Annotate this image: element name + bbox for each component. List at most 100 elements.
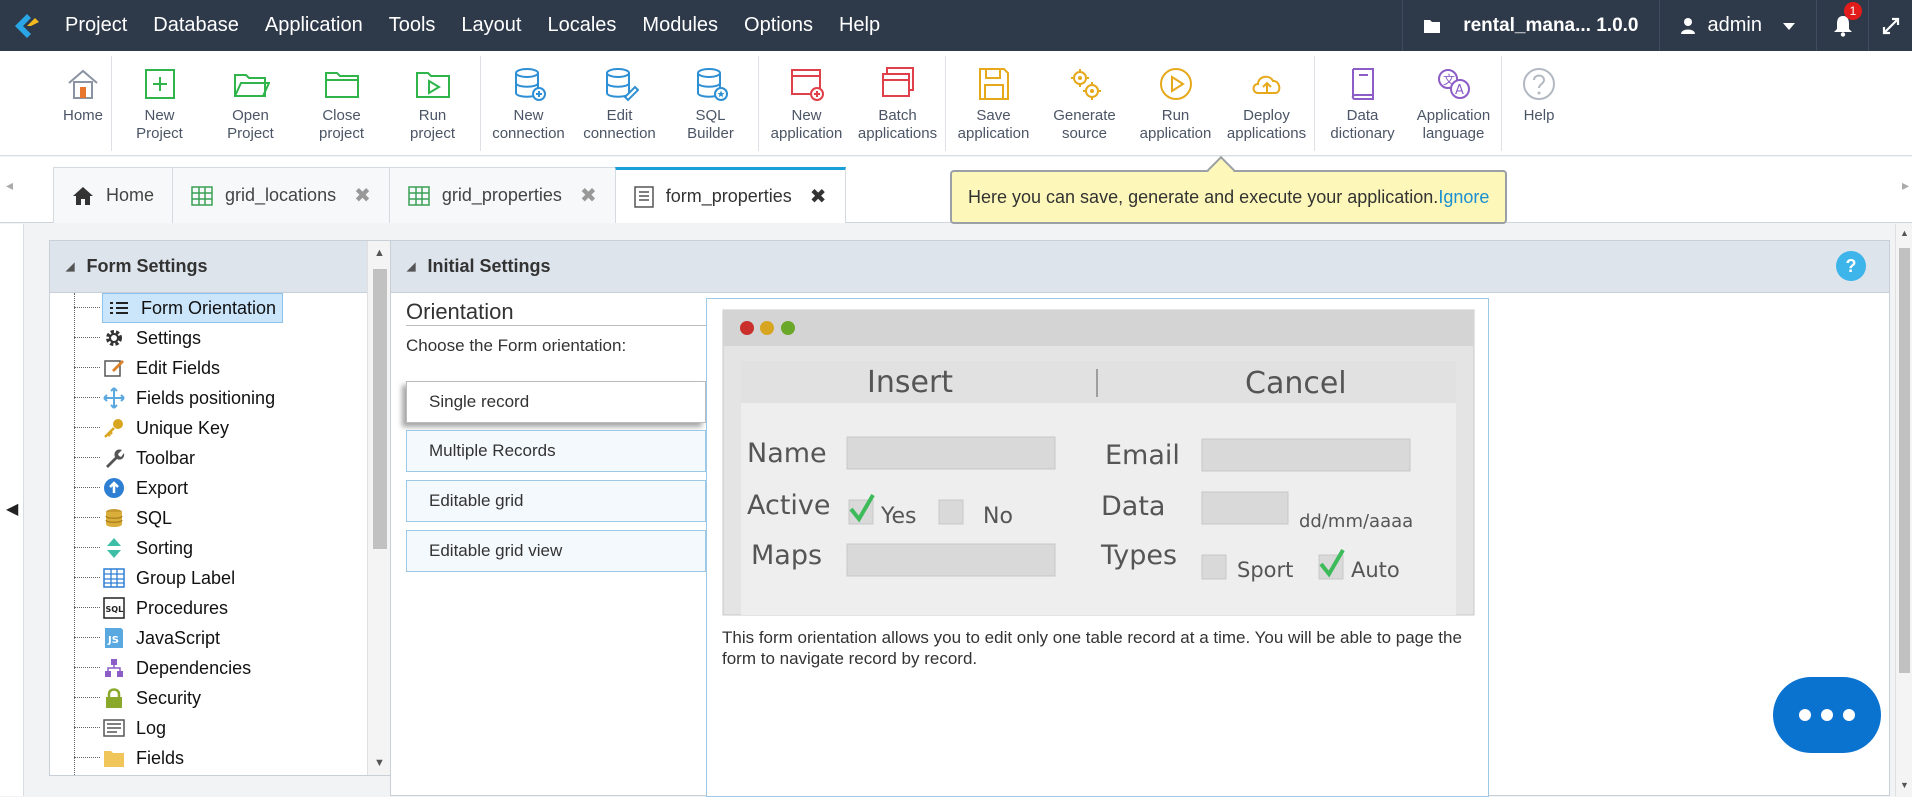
help-icon[interactable]: ? — [1836, 251, 1866, 281]
tree-item-settings[interactable]: Settings — [50, 323, 368, 353]
chat-more-button[interactable] — [1773, 677, 1881, 753]
top-menubar: Project Database Application Tools Layou… — [0, 0, 1912, 51]
settings-scrollbar[interactable]: ▲ ▼ — [367, 241, 391, 775]
menu-locales[interactable]: Locales — [534, 0, 629, 51]
help-button[interactable]: Help — [1504, 56, 1574, 151]
menu-modules[interactable]: Modules — [629, 0, 731, 51]
svg-text:Data: Data — [1101, 491, 1165, 522]
toolbar-group-application: New application Batch applications — [759, 56, 946, 151]
initial-settings-header[interactable]: ◢ Initial Settings — [391, 241, 1889, 293]
main-toolbar: Home New Project Open Project Close project… — [0, 51, 1912, 156]
toolbar-group-dictionary: Data dictionary 文A Application language — [1315, 56, 1502, 151]
batch-applications-icon — [881, 67, 914, 97]
new-project-button[interactable]: New Project — [114, 56, 205, 151]
collapse-triangle-icon: ◢ — [66, 261, 75, 273]
edit-connection-button[interactable]: Edit connection — [574, 56, 665, 151]
tab-grid-properties[interactable]: grid_properties ✖ — [388, 167, 616, 223]
user-menu[interactable]: admin — [1658, 0, 1816, 51]
project-name: rental_mana... 1.0.0 — [1463, 14, 1639, 36]
menu-project[interactable]: Project — [52, 0, 140, 51]
database-icon — [102, 506, 126, 530]
tree-item-form-orientation[interactable]: Form Orientation — [50, 293, 368, 323]
menu-options[interactable]: Options — [731, 0, 826, 51]
menu-tools[interactable]: Tools — [376, 0, 449, 51]
database-star-icon — [696, 68, 728, 101]
notifications-button[interactable]: 1 — [1816, 0, 1868, 51]
scroll-down-icon[interactable]: ▼ — [1900, 780, 1909, 790]
run-folder-icon — [415, 72, 450, 98]
menu-help[interactable]: Help — [826, 0, 893, 51]
close-tab-icon[interactable]: ✖ — [580, 183, 597, 208]
tree-item-group-label[interactable]: Group Label — [50, 563, 368, 593]
tree-item-dependencies[interactable]: Dependencies — [50, 653, 368, 683]
tabs-scroll-right[interactable]: ▸ — [1902, 177, 1909, 194]
menu-application[interactable]: Application — [252, 0, 376, 51]
fullscreen-button[interactable] — [1868, 0, 1912, 51]
collapse-arrow-icon[interactable]: ◀ — [6, 499, 18, 519]
page-scrollbar[interactable]: ▲ ▼ — [1895, 224, 1912, 796]
page-scroll-thumb[interactable] — [1899, 248, 1910, 673]
left-collapse-bar[interactable]: ◀ — [0, 224, 24, 796]
tree-item-fields-positioning[interactable]: Fields positioning — [50, 383, 368, 413]
tab-grid-locations[interactable]: grid_locations ✖ — [172, 167, 390, 223]
tab-home[interactable]: Home — [53, 167, 174, 223]
new-connection-label: New connection — [492, 107, 565, 142]
close-project-button[interactable]: Close project — [296, 56, 387, 151]
scroll-down-icon[interactable]: ▼ — [374, 757, 385, 769]
data-dictionary-button[interactable]: Data dictionary — [1317, 56, 1408, 151]
window-close-dot — [740, 321, 754, 335]
tree-item-sorting[interactable]: Sorting — [50, 533, 368, 563]
sort-icon — [102, 536, 126, 560]
tabs-scroll-left[interactable]: ◂ — [6, 177, 13, 194]
menu-database[interactable]: Database — [140, 0, 252, 51]
tree-item-sql[interactable]: SQL — [50, 503, 368, 533]
option-single-record[interactable]: Single record — [406, 381, 706, 423]
close-tab-icon[interactable]: ✖ — [354, 183, 371, 208]
save-application-label: Save application — [957, 107, 1030, 142]
scroll-thumb[interactable] — [373, 269, 387, 549]
tree-item-log[interactable]: Log — [50, 713, 368, 743]
menu-layout[interactable]: Layout — [448, 0, 534, 51]
form-settings-header[interactable]: ◢ Form Settings — [50, 241, 391, 293]
orientation-title: Orientation — [406, 299, 514, 324]
option-editable-grid-view[interactable]: Editable grid view — [406, 530, 706, 572]
ignore-link[interactable]: Ignore — [1438, 187, 1489, 207]
project-selector[interactable]: rental_mana... 1.0.0 — [1402, 0, 1658, 51]
svg-text:A: A — [1455, 83, 1464, 98]
window-maximize-dot — [781, 321, 795, 335]
open-project-button[interactable]: Open Project — [205, 56, 296, 151]
tree-item-procedures[interactable]: SQL Procedures — [50, 593, 368, 623]
new-application-button[interactable]: New application — [761, 56, 852, 151]
scroll-up-icon[interactable]: ▲ — [1900, 228, 1909, 238]
batch-applications-button[interactable]: Batch applications — [852, 56, 943, 151]
option-editable-grid[interactable]: Editable grid — [406, 480, 706, 522]
tree-item-security[interactable]: Security — [50, 683, 368, 713]
option-multiple-records[interactable]: Multiple Records — [406, 430, 706, 472]
application-language-button[interactable]: 文A Application language — [1408, 56, 1499, 151]
save-application-button[interactable]: Save application — [948, 56, 1039, 151]
tab-form-properties[interactable]: form_properties ✖ — [614, 167, 846, 223]
tree-item-export[interactable]: Export — [50, 473, 368, 503]
tree-item-javascript[interactable]: JS JavaScript — [50, 623, 368, 653]
deploy-applications-button[interactable]: Deploy applications — [1221, 56, 1312, 151]
tab-grid-locations-label: grid_locations — [225, 185, 337, 205]
svg-text:JS: JS — [107, 635, 119, 646]
new-project-icon — [144, 69, 175, 99]
tree-item-edit-fields[interactable]: Edit Fields — [50, 353, 368, 383]
home-button[interactable]: Home — [57, 56, 109, 151]
run-project-button[interactable]: Run project — [387, 56, 478, 151]
javascript-icon: JS — [102, 626, 126, 650]
app-logo[interactable] — [0, 0, 52, 51]
close-tab-icon[interactable]: ✖ — [810, 184, 827, 209]
generate-source-button[interactable]: Generate source — [1039, 56, 1130, 151]
sql-builder-button[interactable]: SQL Builder — [665, 56, 756, 151]
window-minimize-dot — [760, 321, 774, 335]
scroll-up-icon[interactable]: ▲ — [374, 247, 385, 259]
new-connection-button[interactable]: New connection — [483, 56, 574, 151]
tree-item-toolbar[interactable]: Toolbar — [50, 443, 368, 473]
new-application-icon — [790, 69, 824, 101]
run-application-label: Run application — [1139, 107, 1212, 142]
tree-item-unique-key[interactable]: Unique Key — [50, 413, 368, 443]
run-application-button[interactable]: Run application — [1130, 56, 1221, 151]
tree-item-fields[interactable]: Fields — [50, 743, 368, 773]
